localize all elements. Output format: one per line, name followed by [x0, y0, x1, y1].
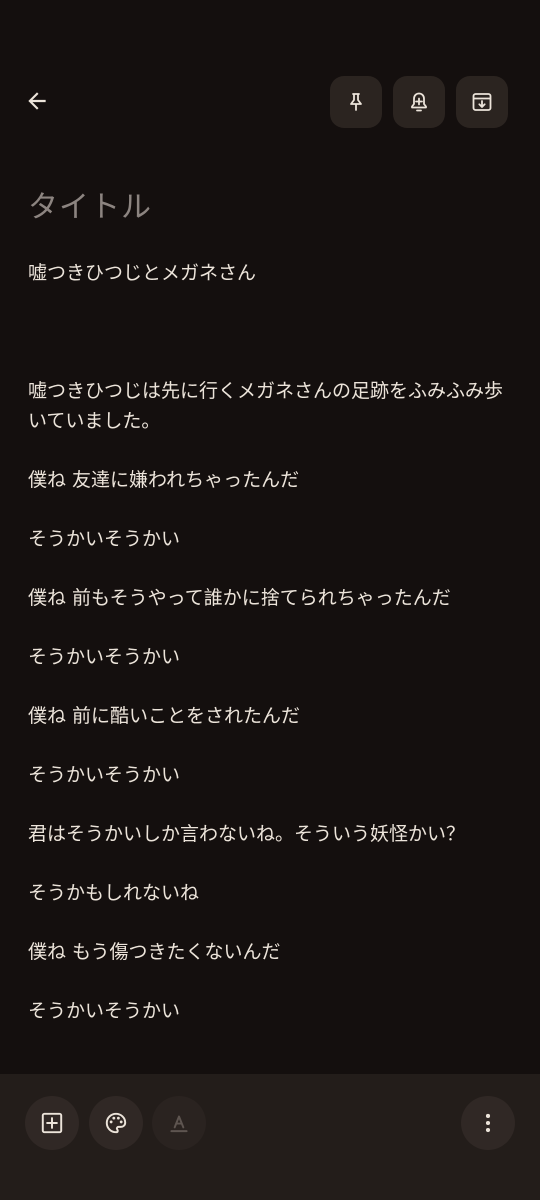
archive-icon	[472, 93, 492, 111]
text-format-icon	[170, 1115, 188, 1133]
add-content-button[interactable]	[25, 1096, 79, 1150]
note-line: 僕ね もう傷つきたくないんだ	[28, 941, 281, 963]
note-line: そうかいそうかい	[28, 1000, 181, 1022]
note-line: そうかいそうかい	[28, 528, 181, 550]
note-line: 僕ね 前に酷いことをされたんだ	[28, 705, 301, 727]
color-palette-button[interactable]	[89, 1096, 143, 1150]
palette-icon	[105, 1112, 127, 1134]
note-body[interactable]: 嘘つきひつじとメガネさん 嘘つきひつじは先に行くメガネさんの足跡をふみふみ歩いて…	[28, 258, 512, 1026]
note-line: そうかいそうかい	[28, 646, 181, 668]
note-line: 僕ね 友達に嫌われちゃったんだ	[28, 469, 300, 491]
add-box-icon	[41, 1112, 63, 1134]
text-format-button[interactable]	[152, 1096, 206, 1150]
pin-button[interactable]	[330, 76, 382, 128]
note-editor-screen: タイトル 嘘つきひつじとメガネさん 嘘つきひつじは先に行くメガネさんの足跡をふみ…	[0, 0, 540, 1200]
top-toolbar	[0, 0, 540, 160]
more-options-button[interactable]	[461, 1096, 515, 1150]
reminder-button[interactable]	[393, 76, 445, 128]
title-input[interactable]: タイトル	[28, 186, 508, 230]
note-line: そうかいそうかい	[28, 764, 181, 786]
note-line: 君はそうかいしか言わないね。そういう妖怪かい？	[28, 823, 466, 845]
arrow-left-icon	[28, 92, 46, 110]
note-line: そうかもしれないね	[28, 882, 200, 904]
back-button[interactable]	[14, 78, 60, 124]
note-line: 嘘つきひつじとメガネさん	[28, 262, 257, 284]
note-line: 僕ね 前もそうやって誰かに捨てられちゃったんだ	[28, 587, 451, 609]
bottom-toolbar	[0, 1074, 540, 1200]
pin-icon	[350, 93, 362, 111]
archive-button[interactable]	[456, 76, 508, 128]
note-line: 嘘つきひつじは先に行くメガネさんの足跡をふみふみ歩いていました。	[28, 380, 504, 432]
bell-plus-icon	[411, 92, 427, 112]
more-vert-icon	[485, 1113, 491, 1133]
